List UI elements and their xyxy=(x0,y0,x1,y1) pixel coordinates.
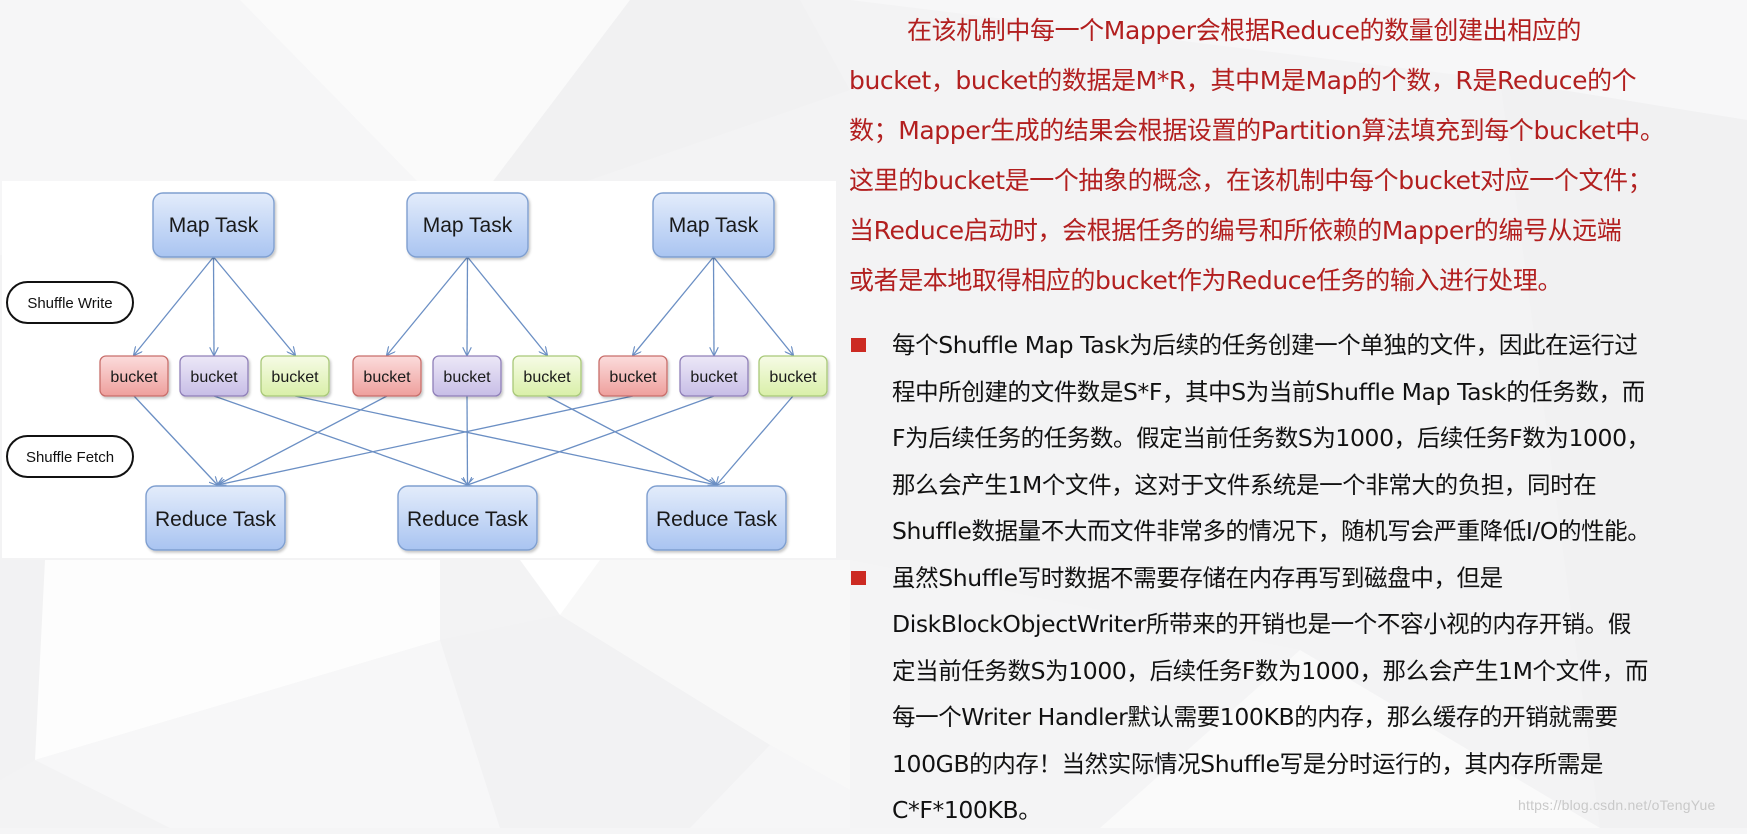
diagram-canvas: Shuffle WriteShuffle Fetch Map Task Map T… xyxy=(6,192,828,551)
map-task-node: Map Task xyxy=(652,192,775,258)
write-edge xyxy=(213,256,296,355)
bucket-node-red: bucket xyxy=(598,355,668,397)
write-edge xyxy=(387,256,469,355)
intro-line: 这里的bucket是一个抽象的概念，在该机制中每个bucket对应一个文件； xyxy=(849,166,1653,195)
bullet-item: 虽然Shuffle写时数据不需要存储在内存再写到磁盘中，但是 DiskBlockO… xyxy=(849,555,1747,834)
square-bullet-icon xyxy=(851,570,866,585)
write-edge xyxy=(467,256,468,355)
bucket-label: bucket xyxy=(523,369,571,386)
write-edge xyxy=(214,256,215,355)
write-edge xyxy=(466,256,548,355)
bullet-line: Shuffle数据量不大而文件非常多的情况下，随机写会严重降低I/O的性能。 xyxy=(892,517,1651,545)
intro-line: 或者是本地取得相应的bucket作为Reduce任务的输入进行处理。 xyxy=(849,266,1563,295)
reduce-task-node: Reduce Task xyxy=(397,485,538,551)
intro-line: bucket，bucket的数据是M*R，其中M是Map的个数，R是Reduce… xyxy=(849,66,1637,95)
bucket-node-purple: bucket xyxy=(679,355,749,397)
lane-label: Shuffle Write xyxy=(27,295,112,312)
bullet-line: 那么会产生1M个文件，这对于文件系统是一个非常大的负担，同时在 xyxy=(892,470,1597,499)
map-task-label: Map Task xyxy=(169,214,259,237)
bucket-node-purple: bucket xyxy=(432,355,502,397)
bucket-label: bucket xyxy=(769,369,817,386)
fetch-edge xyxy=(218,395,634,485)
fetch-edge xyxy=(218,395,388,485)
write-edge xyxy=(134,256,215,355)
bullet-line: 程中所创建的文件数是S*F，其中S为当前Shuffle Map Task的任务数… xyxy=(892,377,1645,406)
fetch-edge xyxy=(133,395,218,485)
map-task-label: Map Task xyxy=(423,214,513,237)
write-edge xyxy=(633,256,715,355)
bullet-line: DiskBlockObjectWriter所带来的开销也是一个不容小视的内存开销… xyxy=(892,610,1631,638)
lane-label: Shuffle Fetch xyxy=(26,449,114,466)
intro-paragraph: 在该机制中每一个Mapper会根据Reduce的数量创建出相应的 bucket，b… xyxy=(849,6,1747,306)
watermark: https://blog.csdn.net/oTengYue xyxy=(1518,797,1716,813)
reduce-task-label: Reduce Task xyxy=(407,508,529,531)
write-edge xyxy=(714,256,715,355)
lane-label-shuffle-fetch: Shuffle Fetch xyxy=(6,435,134,478)
bucket-label: bucket xyxy=(443,369,491,386)
map-task-node: Map Task xyxy=(406,192,529,258)
bullet-line: 定当前任务数S为1000，后续任务F数为1000，那么会产生1M个文件，而 xyxy=(892,656,1648,685)
shuffle-diagram: Shuffle Write Shuffle Fetch Map Task Map T… xyxy=(2,181,836,558)
bullet-line: 100GB的内存！当然实际情况Shuffle写是分时运行的，其内存所需是 xyxy=(892,749,1604,778)
intro-line: 当Reduce启动时，会根据任务的编号和所依赖的Mapper的编号从远端 xyxy=(849,216,1622,245)
bullet-list: 每个Shuffle Map Task为后续的任务创建一个单独的文件，因此在运行过… xyxy=(849,322,1747,834)
reduce-task-label: Reduce Task xyxy=(656,508,778,531)
fetch-edge xyxy=(717,395,794,485)
bucket-label: bucket xyxy=(363,369,411,386)
fetch-edge xyxy=(467,395,468,485)
bucket-label: bucket xyxy=(609,369,657,386)
reduce-task-label: Reduce Task xyxy=(155,508,277,531)
map-task-label: Map Task xyxy=(669,214,759,237)
bucket-node-green: bucket xyxy=(512,355,582,397)
bullet-line: 虽然Shuffle写时数据不需要存储在内存再写到磁盘中，但是 xyxy=(892,563,1503,592)
map-task-node: Map Task xyxy=(152,192,275,258)
bucket-node-green: bucket xyxy=(260,355,330,397)
bullet-line: F为后续任务的任务数。假定当前任务数S为1000，后续任务F数为1000， xyxy=(892,424,1650,452)
bucket-node-red: bucket xyxy=(99,355,169,397)
bullet-line: 每个Shuffle Map Task为后续的任务创建一个单独的文件，因此在运行过 xyxy=(892,331,1638,359)
bucket-label: bucket xyxy=(110,369,158,386)
reduce-task-node: Reduce Task xyxy=(646,485,787,551)
intro-line: 数；Mapper生成的结果会根据设置的Partition算法填充到每个bucke… xyxy=(849,116,1665,145)
bucket-label: bucket xyxy=(690,369,738,386)
fetch-edge xyxy=(213,395,468,485)
bullet-item: 每个Shuffle Map Task为后续的任务创建一个单独的文件，因此在运行过… xyxy=(849,322,1747,555)
bullet-line: 每一个Writer Handler默认需要100KB的内存，那么缓存的开销就需要 xyxy=(892,703,1618,731)
bucket-node-green: bucket xyxy=(758,355,828,397)
intro-line: 在该机制中每一个Mapper会根据Reduce的数量创建出相应的 xyxy=(907,16,1581,45)
square-bullet-icon xyxy=(851,338,866,352)
bucket-node-purple: bucket xyxy=(179,355,249,397)
bucket-node-red: bucket xyxy=(352,355,422,397)
write-edge xyxy=(712,256,794,355)
bucket-label: bucket xyxy=(271,369,319,386)
nodes-layer: Map Task Map Task Map Task bucket bucket buck… xyxy=(99,192,828,551)
lane-label-shuffle-write: Shuffle Write xyxy=(6,281,134,324)
reduce-task-node: Reduce Task xyxy=(145,485,286,551)
bucket-label: bucket xyxy=(190,369,238,386)
